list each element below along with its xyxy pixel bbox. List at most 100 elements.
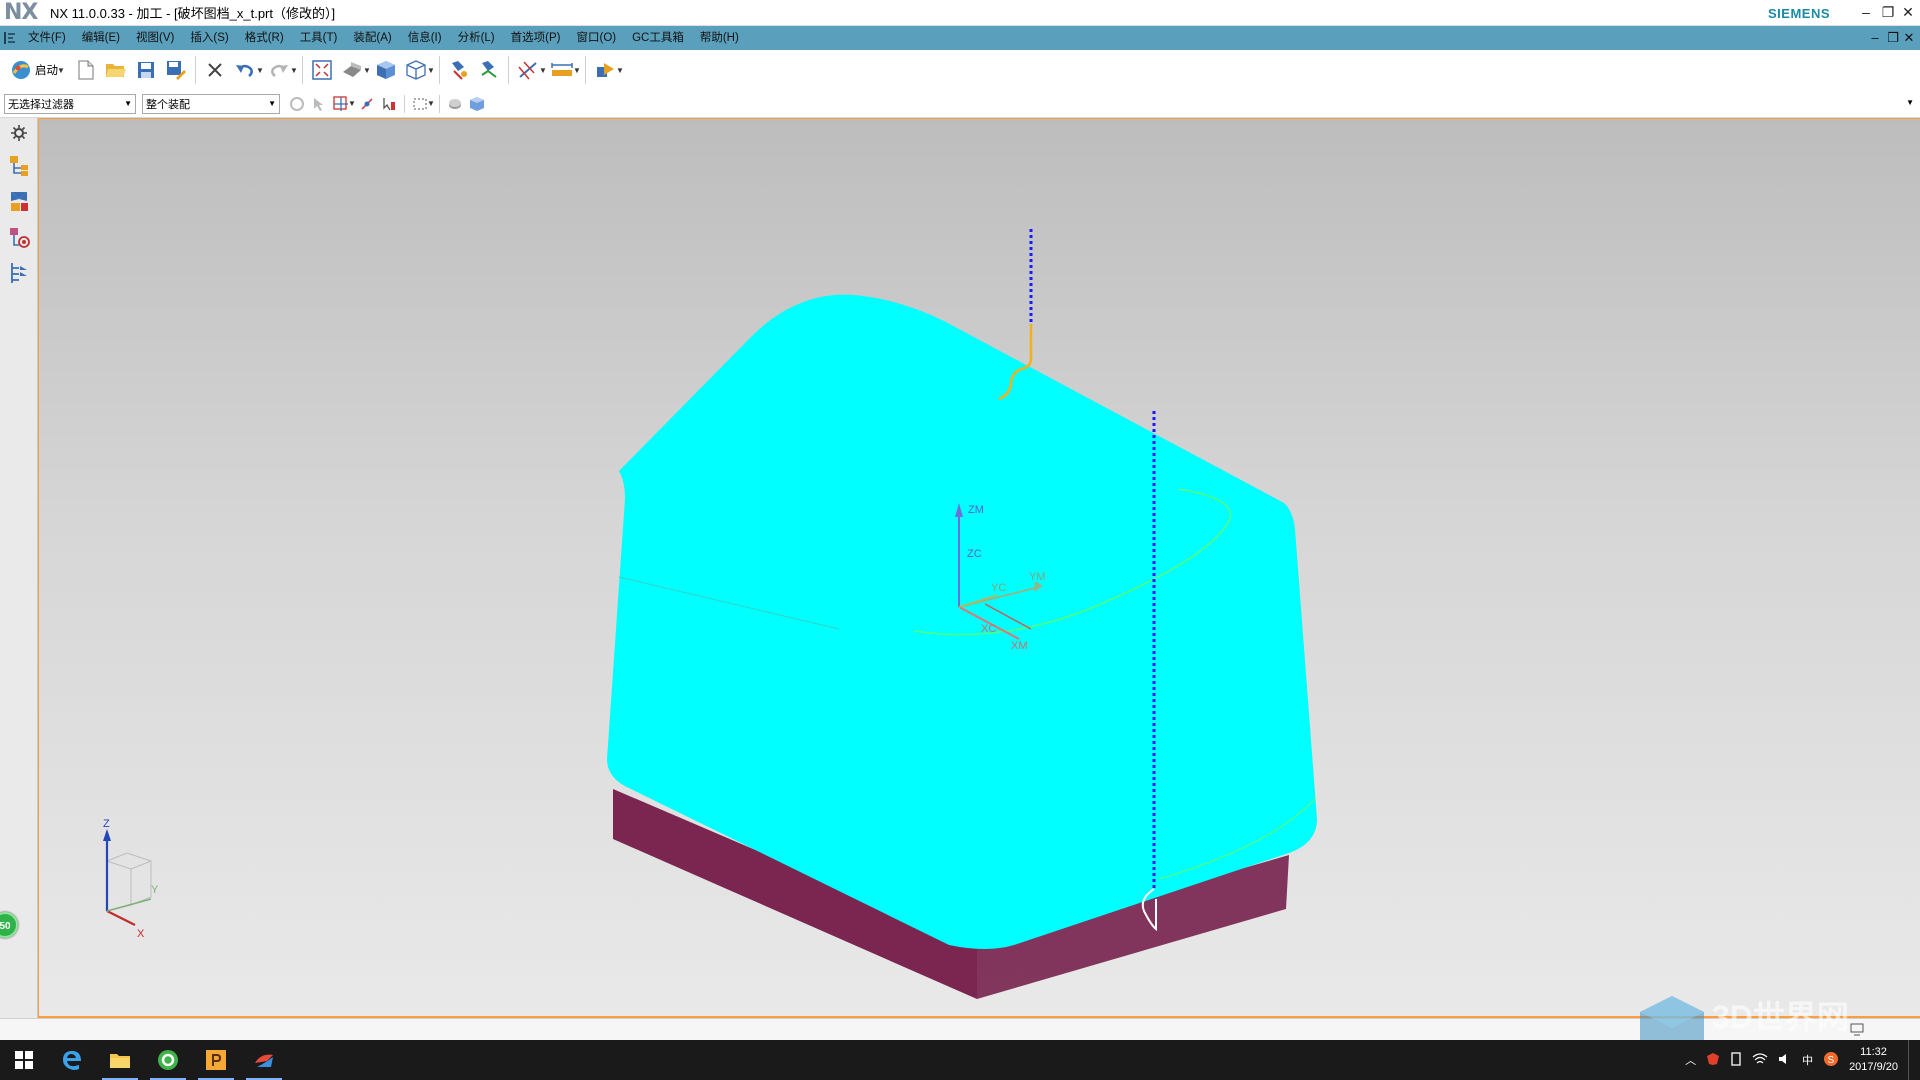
- menu-info[interactable]: 信息(I): [400, 26, 450, 50]
- fit-view-button[interactable]: [307, 55, 337, 85]
- machine-tool-navigator-tab[interactable]: [4, 186, 34, 216]
- menu-window[interactable]: 窗口(O): [568, 26, 624, 50]
- redo-button[interactable]: [264, 55, 294, 85]
- menu-file[interactable]: 文件(F): [20, 26, 74, 50]
- menu-insert[interactable]: 插入(S): [182, 26, 236, 50]
- wifi-icon[interactable]: [1752, 1052, 1768, 1068]
- chevron-down-icon: ▼: [124, 99, 132, 108]
- svg-text:S: S: [1828, 1055, 1835, 1066]
- menu-tools[interactable]: 工具(T): [292, 26, 346, 50]
- delete-button[interactable]: [200, 55, 230, 85]
- menu-format[interactable]: 格式(R): [237, 26, 292, 50]
- start-menu-button[interactable]: [0, 1040, 48, 1080]
- selection-filter-select[interactable]: 无选择过滤器 ▼: [4, 93, 136, 114]
- post-process-button[interactable]: [590, 55, 620, 85]
- render-style-button[interactable]: [337, 55, 367, 85]
- select-solid-button[interactable]: [466, 93, 488, 115]
- shaded-view-icon: [343, 62, 361, 77]
- machine-tool-icon: [11, 192, 28, 211]
- taskbar-edge[interactable]: [48, 1040, 96, 1080]
- view-orientation-button[interactable]: [401, 55, 431, 85]
- menu-analysis[interactable]: 分析(L): [450, 26, 503, 50]
- resource-settings-button[interactable]: [4, 122, 34, 144]
- chevron-up-icon[interactable]: ︿: [1685, 1052, 1696, 1068]
- status-monitor-icon[interactable]: [1850, 1022, 1864, 1039]
- toolbar-separator: [302, 56, 303, 84]
- wireframe-cube-icon: [406, 60, 426, 80]
- menu-preferences[interactable]: 首选项(P): [503, 26, 569, 50]
- select-feature-button[interactable]: [308, 93, 330, 115]
- save-as-button[interactable]: [161, 55, 191, 85]
- toolbar-separator: [404, 94, 405, 113]
- menu-grip-icon[interactable]: [0, 26, 20, 50]
- doc-close-button[interactable]: ✕: [1900, 29, 1918, 47]
- toolpath-verify-icon: [481, 61, 497, 78]
- toolbar-separator: [439, 56, 440, 84]
- chevron-down-icon[interactable]: ▼: [57, 66, 65, 75]
- measure-distance-button[interactable]: [547, 55, 577, 85]
- inferred-point-button[interactable]: [356, 93, 378, 115]
- redo-icon: [271, 64, 288, 77]
- toolbar-separator: [195, 56, 196, 84]
- taskbar-powerpoint[interactable]: [192, 1040, 240, 1080]
- start-label: 启动: [35, 65, 58, 77]
- assembly-scope-value: 整个装配: [146, 98, 190, 111]
- taskbar-browser-360[interactable]: [144, 1040, 192, 1080]
- sogou-ime-icon[interactable]: S: [1823, 1051, 1839, 1070]
- start-button[interactable]: 启动 ▼: [4, 55, 71, 85]
- generate-toolpath-button[interactable]: [444, 55, 474, 85]
- antivirus-tray-icon[interactable]: [1706, 1052, 1720, 1069]
- toolbar-separator: [439, 94, 440, 113]
- geometry-navigator-tab[interactable]: [4, 222, 34, 252]
- taskbar-clock[interactable]: 11:32 2017/9/20: [1849, 1045, 1898, 1075]
- rectangle-select-dropdown-icon[interactable]: ▼: [427, 99, 435, 108]
- operation-navigator-tab[interactable]: [4, 150, 34, 180]
- select-faces-button[interactable]: [444, 93, 466, 115]
- doc-minimize-button[interactable]: –: [1866, 29, 1884, 47]
- ime-indicator[interactable]: 中: [1802, 1052, 1813, 1068]
- verify-toolpath-button[interactable]: [474, 55, 504, 85]
- nx-logo: NX: [4, 0, 38, 25]
- coordinate-system-button[interactable]: [513, 55, 543, 85]
- graphics-window[interactable]: ZM ZC YC YM XC XM Z Y X: [38, 118, 1920, 1018]
- cursor-snap-icon: [383, 97, 395, 110]
- menu-assembly[interactable]: 装配(A): [345, 26, 399, 50]
- geometry-navigator-icon: [10, 228, 30, 248]
- assembly-scope-select[interactable]: 整个装配 ▼: [142, 93, 280, 114]
- browser-globe-icon: [158, 1050, 178, 1070]
- yc-label: YC: [991, 582, 1006, 594]
- measure-icon: [551, 63, 573, 76]
- method-navigator-tab[interactable]: [4, 258, 34, 288]
- menu-gc-toolbox[interactable]: GC工具箱: [624, 26, 692, 50]
- notification-center-icon[interactable]: [1908, 1040, 1914, 1080]
- show-snap-button[interactable]: [378, 93, 400, 115]
- triad-y-label: Y: [151, 884, 159, 896]
- windows-logo-icon: [15, 1051, 33, 1069]
- xc-label: XC: [981, 623, 996, 635]
- restore-button[interactable]: ❐: [1878, 3, 1898, 21]
- folder-open-icon: [106, 64, 126, 77]
- menu-help[interactable]: 帮助(H): [692, 26, 747, 50]
- general-selection-button[interactable]: [286, 93, 308, 115]
- windows-taskbar: ︿ 中 S 11:32 2017/9/20: [0, 1040, 1920, 1080]
- toolbar-overflow-icon[interactable]: ▼: [1906, 98, 1914, 107]
- snap-dropdown-icon[interactable]: ▼: [348, 99, 356, 108]
- undo-button[interactable]: [230, 55, 260, 85]
- menu-view[interactable]: 视图(V): [128, 26, 182, 50]
- taskbar-nx[interactable]: [240, 1040, 288, 1080]
- menu-edit[interactable]: 编辑(E): [74, 26, 128, 50]
- open-button[interactable]: [101, 55, 131, 85]
- new-file-button[interactable]: [71, 55, 101, 85]
- volume-icon[interactable]: [1778, 1053, 1792, 1068]
- taskbar-file-explorer[interactable]: [96, 1040, 144, 1080]
- shaded-cube-button[interactable]: [371, 55, 401, 85]
- folder-icon: [110, 1054, 130, 1068]
- view-triad: Z Y X: [103, 818, 159, 940]
- minimize-button[interactable]: –: [1856, 3, 1876, 21]
- close-button[interactable]: ✕: [1898, 3, 1918, 21]
- gear-icon: [11, 125, 27, 141]
- save-button[interactable]: [131, 55, 161, 85]
- method-navigator-icon: [11, 263, 27, 283]
- usb-tray-icon[interactable]: [1730, 1051, 1742, 1069]
- clock-time: 11:32: [1860, 1046, 1887, 1058]
